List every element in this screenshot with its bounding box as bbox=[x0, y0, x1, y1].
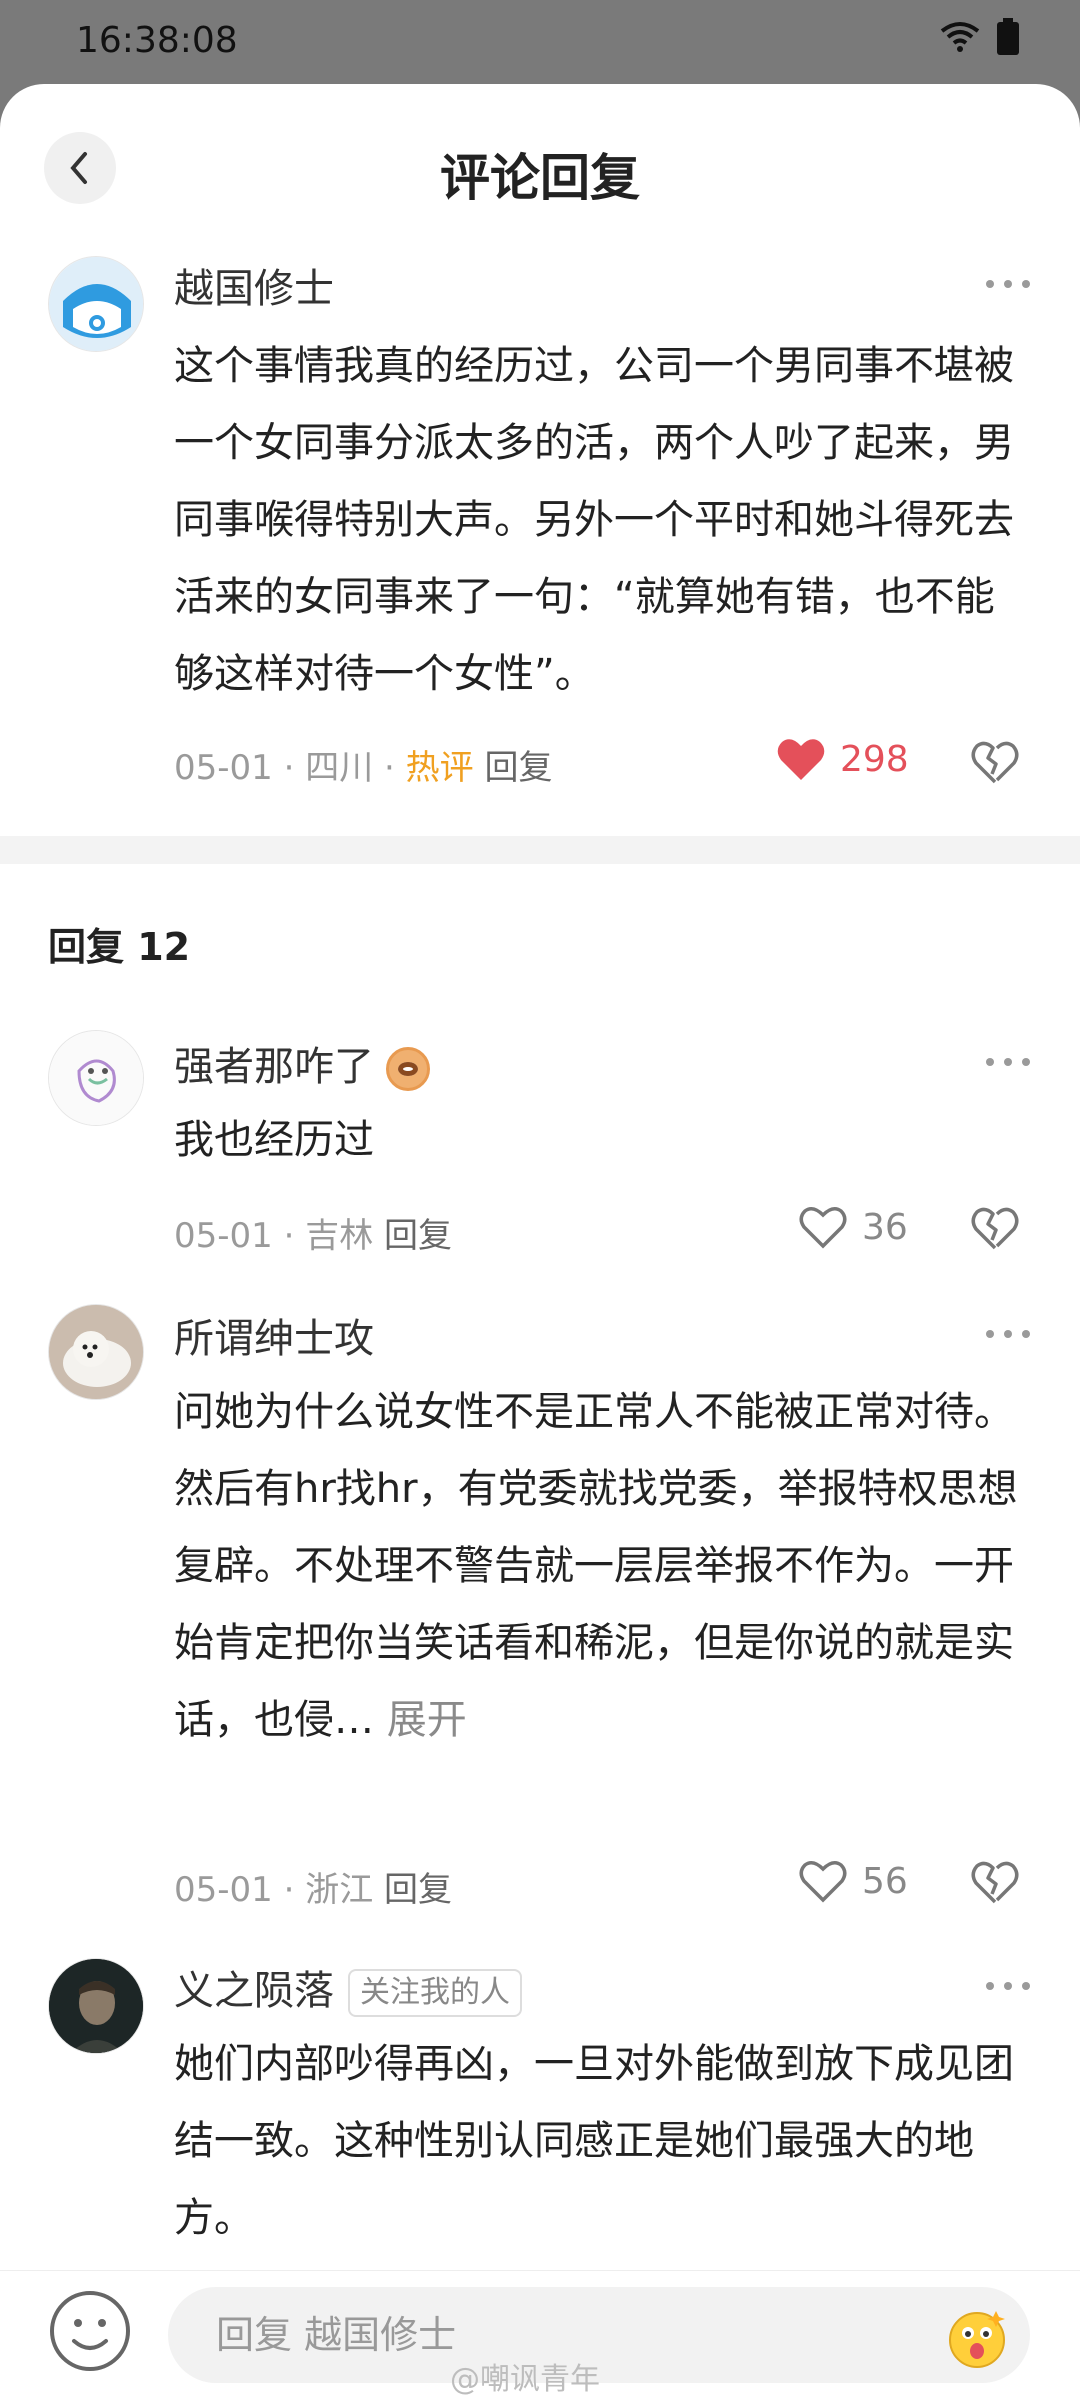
status-time: 16:38:08 bbox=[76, 20, 238, 61]
battery-icon bbox=[997, 18, 1019, 55]
smiley-icon[interactable] bbox=[48, 2289, 132, 2373]
reply-link[interactable]: 回复 bbox=[384, 1870, 452, 1910]
reply-author-name: 强者那咋了 bbox=[174, 1044, 374, 1090]
eye-badge-icon bbox=[386, 1047, 430, 1091]
more-dots-icon[interactable] bbox=[986, 1058, 1030, 1066]
more-dots-icon[interactable] bbox=[986, 1982, 1030, 1990]
top-bar: 评论回复 bbox=[0, 84, 1080, 254]
comment-date: 05-01 bbox=[174, 1216, 273, 1256]
hot-badge: 热评 bbox=[405, 748, 474, 788]
broken-heart-icon[interactable] bbox=[970, 1858, 1020, 1908]
avatar-image bbox=[49, 257, 143, 351]
more-dots-icon[interactable] bbox=[986, 1330, 1030, 1338]
follows-me-tag: 关注我的人 bbox=[348, 1969, 522, 2017]
page-title: 评论回复 bbox=[440, 149, 640, 207]
avatar[interactable] bbox=[48, 256, 144, 352]
reply-link[interactable]: 回复 bbox=[484, 748, 552, 788]
comment-location: 吉林 bbox=[305, 1216, 374, 1256]
comment-author[interactable]: 义之陨落 关注我的人 bbox=[174, 1958, 522, 2017]
status-icons bbox=[940, 18, 1020, 56]
comment-date: 05-01 bbox=[174, 1870, 273, 1910]
like-count: 36 bbox=[862, 1206, 908, 1248]
heart-icon bbox=[799, 1207, 847, 1249]
comment-sheet: 评论回复 越国修士 这个事情我真的经历过，公司一个男同事不堪被一个女同事分派太多… bbox=[0, 84, 1080, 2400]
more-dots-icon[interactable] bbox=[986, 280, 1030, 288]
comment-meta: 05-01 · 吉林 回复 bbox=[174, 1216, 453, 1256]
reply-body: 问她为什么说女性不是正常人不能被正常对待。 然后有hr找hr，有党委就找党委，举… bbox=[174, 1389, 1018, 1743]
avatar-image bbox=[49, 1305, 143, 1399]
comment-text: 我也经历过 bbox=[174, 1117, 374, 1163]
watermark: @嘲讽青年 bbox=[450, 2362, 600, 2397]
like-button[interactable]: 56 bbox=[798, 1858, 908, 1904]
comment-text: 这个事情我真的经历过，公司一个男同事不堪被一个女同事分派太多的活，两个人吵了起来… bbox=[174, 343, 1014, 697]
avatar[interactable] bbox=[48, 1030, 144, 1126]
avatar-image bbox=[49, 1959, 143, 2053]
broken-heart-icon[interactable] bbox=[970, 1204, 1020, 1254]
avatar-image bbox=[49, 1031, 143, 1125]
replies-count-header: 回复 12 bbox=[48, 925, 191, 969]
comment-date: 05-01 bbox=[174, 748, 273, 788]
comment-text: 她们内部吵得再凶，一旦对外能做到放下成见团结一致。这种性别认同感正是她们最强大的… bbox=[174, 2041, 1014, 2241]
reply-author-name: 义之陨落 bbox=[174, 1968, 334, 2014]
comment-author[interactable]: 强者那咋了 bbox=[174, 1034, 430, 1092]
comment-author[interactable]: 所谓绅士攻 bbox=[174, 1306, 374, 1364]
comment-text: 问她为什么说女性不是正常人不能被正常对待。 然后有hr找hr，有党委就找党委，举… bbox=[174, 1374, 1034, 1759]
reply-link[interactable]: 回复 bbox=[384, 1216, 452, 1256]
like-count: 298 bbox=[840, 738, 909, 780]
comment-meta: 05-01 · 浙江 回复 bbox=[174, 1870, 453, 1910]
comment-meta: 05-01 · 四川 · 热评 回复 bbox=[174, 748, 553, 788]
comment-location: 四川 bbox=[305, 748, 374, 788]
expand-link[interactable]: 展开 bbox=[387, 1697, 467, 1743]
heart-icon bbox=[777, 739, 825, 780]
like-button[interactable]: 36 bbox=[798, 1204, 908, 1250]
sticker-icon[interactable] bbox=[946, 2307, 1008, 2369]
status-bar: 16:38:08 bbox=[0, 0, 1080, 84]
heart-icon bbox=[799, 1861, 847, 1903]
broken-heart-icon[interactable] bbox=[970, 738, 1020, 788]
wifi-icon bbox=[940, 22, 980, 52]
avatar[interactable] bbox=[48, 1958, 144, 2054]
comment-location: 浙江 bbox=[305, 1870, 374, 1910]
like-count: 56 bbox=[862, 1860, 908, 1902]
like-button[interactable]: 298 bbox=[776, 736, 909, 782]
avatar[interactable] bbox=[48, 1304, 144, 1400]
comment-author[interactable]: 越国修士 bbox=[174, 256, 334, 314]
section-divider bbox=[0, 836, 1080, 864]
